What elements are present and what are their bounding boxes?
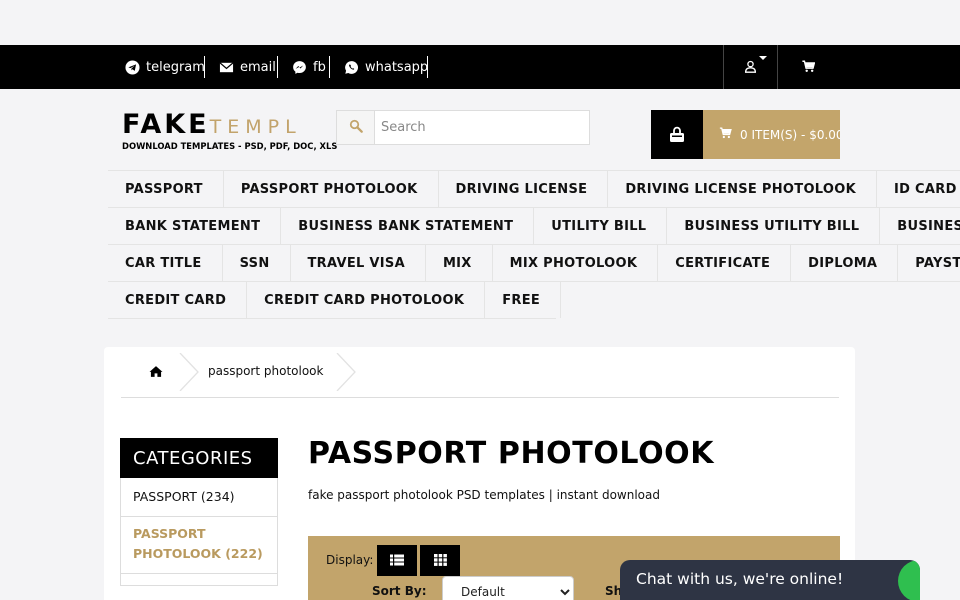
menu-item-free[interactable]: FREE [485, 282, 562, 318]
menu-item-driving-license[interactable]: DRIVING LICENSE [439, 171, 609, 207]
menu-item-ssn[interactable]: SSN [223, 245, 291, 281]
divider [427, 56, 428, 78]
search-icon [349, 118, 363, 137]
telegram-icon [125, 59, 140, 75]
search-input[interactable] [375, 111, 589, 144]
categories-sidebar: CATEGORIES PASSPORT (234) PASSPORT PHOTO… [120, 438, 278, 586]
contact-label: telegram [146, 59, 205, 75]
logo-text-gold: TEMPL [209, 116, 302, 138]
menu-item-travel-visa[interactable]: TRAVEL VISA [291, 245, 426, 281]
category-item[interactable] [120, 574, 278, 586]
cart-total: 0 ITEM(S) - $0.00 [703, 110, 840, 159]
cart-icon [719, 127, 740, 142]
page-title: PASSPORT PHOTOLOOK [308, 436, 715, 471]
search-button[interactable] [337, 111, 375, 144]
menu-item-mix[interactable]: MIX [426, 245, 493, 281]
breadcrumb-home[interactable] [149, 363, 163, 382]
divider [277, 56, 278, 78]
breadcrumb-separator-icon [179, 353, 199, 391]
list-view-icon [390, 551, 404, 570]
cart-summary-button[interactable]: 0 ITEM(S) - $0.00 [651, 110, 840, 159]
account-dropdown[interactable] [723, 45, 778, 89]
email-link[interactable]: email [219, 45, 278, 89]
menu-item-bank-statement[interactable]: BANK STATEMENT [108, 208, 282, 244]
page-description: fake passport photolook PSD templates | … [308, 488, 660, 502]
sort-select[interactable]: Default [442, 576, 574, 600]
telegram-link[interactable]: telegram [125, 45, 205, 89]
contact-label: whatsapp [365, 59, 429, 75]
chevron-down-icon [759, 56, 767, 60]
search-bar [336, 110, 590, 145]
messenger-icon [292, 60, 307, 75]
categories-heading: CATEGORIES [120, 438, 278, 478]
grid-view-button[interactable] [420, 545, 460, 576]
sort-label: Sort By: [372, 584, 427, 598]
menu-item-business-bank-statement[interactable]: BUSINESS BANK STATEMENT [281, 208, 535, 244]
cart-icon [801, 58, 815, 77]
menu-item-credit-card-photolook[interactable]: CREDIT CARD PHOTOLOOK [247, 282, 486, 318]
menu-row: PASSPORT PASSPORT PHOTOLOOK DRIVING LICE… [108, 171, 960, 208]
menu-item-business-utility-bill[interactable]: BUSINESS UTILITY BILL [667, 208, 881, 244]
logo-tagline: DOWNLOAD TEMPLATES - PSD, PDF, DOC, XLS [122, 141, 338, 151]
menu-item-diploma[interactable]: DIPLOMA [791, 245, 899, 281]
divider [204, 56, 205, 78]
whatsapp-icon [344, 60, 359, 75]
menu-row: CREDIT CARD CREDIT CARD PHOTOLOOK FREE [108, 282, 562, 319]
user-icon [744, 58, 757, 77]
breadcrumb-separator-icon [336, 353, 356, 391]
top-cart-button[interactable] [778, 45, 838, 89]
menu-item-car-title[interactable]: CAR TITLE [108, 245, 223, 281]
menu-row: BANK STATEMENT BUSINESS BANK STATEMENT U… [108, 208, 960, 245]
grid-view-icon [433, 551, 447, 570]
menu-item-passport-photolook[interactable]: PASSPORT PHOTOLOOK [224, 171, 439, 207]
top-bar: telegram email fb whatsapp [0, 45, 960, 89]
menu-item-utility-bill[interactable]: UTILITY BILL [534, 208, 668, 244]
divider [329, 56, 330, 78]
menu-item-id-card[interactable]: ID CARD [877, 171, 960, 207]
category-passport-photolook[interactable]: PASSPORT PHOTOLOOK (222) [120, 517, 278, 574]
breadcrumb-current[interactable]: passport photolook [208, 364, 323, 378]
online-status-indicator [898, 560, 920, 600]
menu-item-certificate[interactable]: CERTIFICATE [658, 245, 792, 281]
display-label: Display: [326, 553, 374, 567]
shopping-bag-icon [651, 110, 703, 159]
fb-link[interactable]: fb [292, 45, 330, 89]
main-menu: PASSPORT PASSPORT PHOTOLOOK DRIVING LICE… [108, 170, 960, 319]
list-view-button[interactable] [377, 545, 417, 576]
contact-label: fb [313, 59, 326, 75]
menu-item-driving-license-photolook[interactable]: DRIVING LICENSE PHOTOLOOK [608, 171, 877, 207]
menu-item-paystub[interactable]: PAYST [898, 245, 960, 281]
cart-total-text: 0 ITEM(S) - $0.00 [740, 127, 840, 142]
menu-item-business[interactable]: BUSINESS [880, 208, 960, 244]
home-icon [149, 363, 163, 382]
site-logo[interactable]: FAKETEMPL DOWNLOAD TEMPLATES - PSD, PDF,… [122, 110, 338, 154]
breadcrumb: passport photolook [121, 347, 839, 398]
menu-item-mix-photolook[interactable]: MIX PHOTOLOOK [493, 245, 659, 281]
contact-label: email [240, 59, 276, 75]
email-icon [219, 60, 234, 75]
chat-text: Chat with us, we're online! [636, 570, 844, 588]
live-chat-widget[interactable]: Chat with us, we're online! [620, 560, 920, 600]
menu-row: CAR TITLE SSN TRAVEL VISA MIX MIX PHOTOL… [108, 245, 960, 282]
menu-item-credit-card[interactable]: CREDIT CARD [108, 282, 248, 318]
menu-item-passport[interactable]: PASSPORT [108, 171, 224, 207]
category-passport[interactable]: PASSPORT (234) [120, 478, 278, 517]
logo-text-dark: FAKE [122, 110, 210, 140]
whatsapp-link[interactable]: whatsapp [344, 45, 428, 89]
